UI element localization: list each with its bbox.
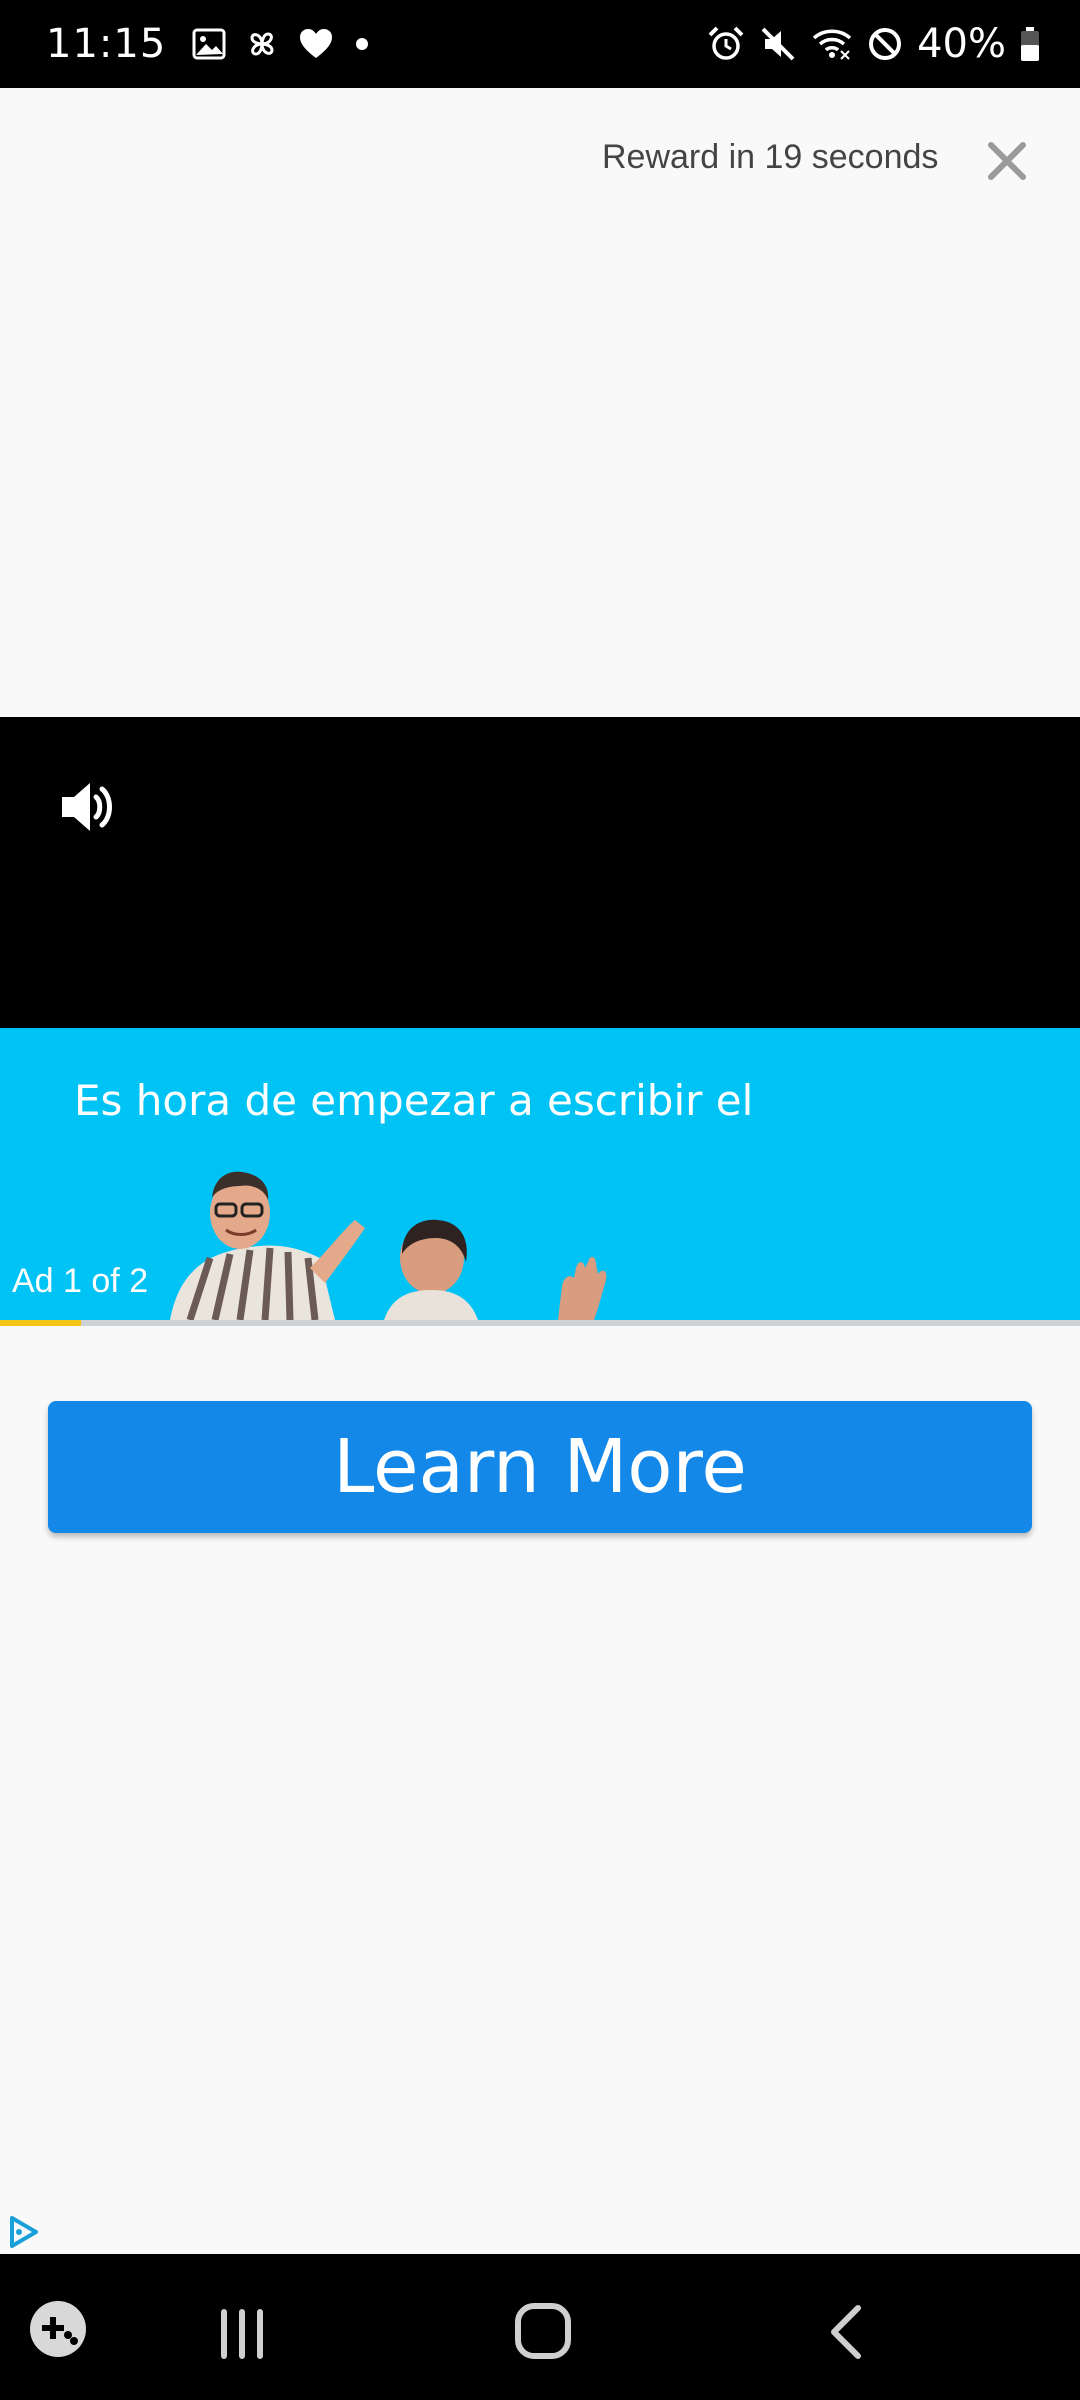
ad-headline: Es hora de empezar a escribir el: [74, 1076, 754, 1125]
battery-icon: [1020, 27, 1040, 61]
status-bar: 11:15 40%: [0, 0, 1080, 88]
adchoices-button[interactable]: [6, 2214, 42, 2250]
home-icon: [515, 2303, 571, 2359]
close-icon: [988, 142, 1026, 180]
back-button[interactable]: [822, 2302, 872, 2362]
battery-percent: 40%: [917, 21, 1006, 67]
gallery-icon: [192, 27, 226, 61]
ad-counter: Ad 1 of 2: [12, 1262, 149, 1300]
ad-video-frame[interactable]: Es hora de empezar a escribir el Ad 1 of…: [0, 1028, 1080, 1320]
video-player[interactable]: [0, 717, 1080, 1028]
recents-button[interactable]: [214, 2306, 270, 2362]
adchoices-icon: [10, 2216, 38, 2248]
close-ad-button[interactable]: [982, 136, 1032, 186]
dot-icon: [352, 34, 372, 54]
ad-progress-fill: [0, 1320, 81, 1326]
status-time: 11:15: [46, 21, 167, 67]
learn-more-button[interactable]: Learn More: [48, 1401, 1032, 1533]
mute-icon: [759, 25, 797, 63]
game-launcher-button[interactable]: [28, 2299, 88, 2359]
recents-icon: [221, 2309, 263, 2359]
navigation-bar: [0, 2254, 1080, 2400]
ad-people-image: [170, 1171, 607, 1320]
home-button[interactable]: [512, 2300, 574, 2362]
ad-progress-bar: [0, 1320, 1080, 1326]
heart-icon: [298, 27, 334, 61]
game-launcher-icon: [30, 2301, 86, 2357]
speaker-icon: [62, 783, 112, 831]
reward-countdown: Reward in 19 seconds: [602, 138, 939, 176]
volume-button[interactable]: [58, 775, 122, 839]
back-icon: [831, 2305, 861, 2359]
pinwheel-icon: [244, 26, 280, 62]
wifi-icon: [811, 25, 853, 63]
alarm-icon: [707, 25, 745, 63]
do-not-disturb-icon: [867, 26, 903, 62]
